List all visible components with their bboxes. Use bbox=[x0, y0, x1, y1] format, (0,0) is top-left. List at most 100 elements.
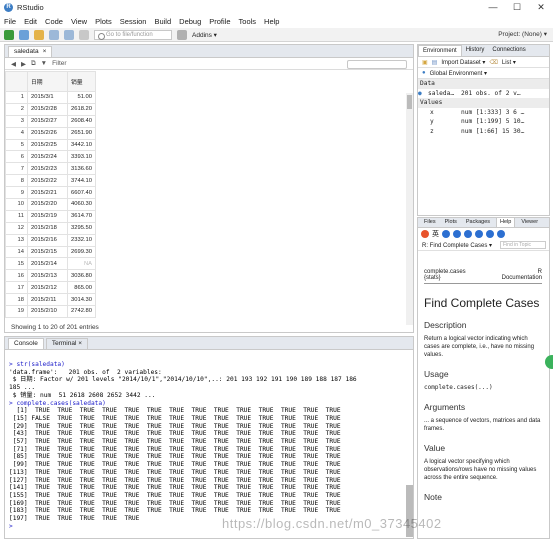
ime-skin-icon[interactable] bbox=[497, 230, 505, 238]
date-cell[interactable]: 2015/2/21 bbox=[27, 186, 68, 200]
date-cell[interactable]: 2015/2/23 bbox=[27, 162, 68, 176]
table-row[interactable]: 12 2015/2/18 3295.50 bbox=[5, 221, 96, 235]
table-row[interactable]: 10 2015/2/20 4060.30 bbox=[5, 198, 96, 211]
sales-cell[interactable]: 51.00 bbox=[67, 91, 96, 104]
date-cell[interactable]: 2015/2/18 bbox=[27, 221, 68, 235]
env-row-z[interactable]: z num [1:66] 15 30… bbox=[418, 127, 549, 137]
sales-cell[interactable]: 865.00 bbox=[67, 281, 96, 295]
menu-debug[interactable]: Debug bbox=[179, 17, 201, 26]
tab-plots[interactable]: Plots bbox=[442, 218, 460, 227]
menu-plots[interactable]: Plots bbox=[95, 17, 112, 26]
table-row[interactable]: 11 2015/2/19 3614.70 bbox=[5, 209, 96, 223]
date-cell[interactable]: 2015/2/15 bbox=[27, 245, 68, 259]
table-row[interactable]: 7 2015/2/23 3136.60 bbox=[5, 162, 96, 176]
sales-cell[interactable]: 6607.40 bbox=[67, 186, 96, 200]
env-row-y[interactable]: y num [1:199] 5 10… bbox=[418, 117, 549, 127]
menu-profile[interactable]: Profile bbox=[209, 17, 230, 26]
tab-connections[interactable]: Connections bbox=[488, 45, 529, 56]
table-row[interactable]: 14 2015/2/15 2699.30 bbox=[5, 245, 96, 259]
sales-cell[interactable]: 3136.60 bbox=[67, 162, 96, 176]
ime-logo-icon[interactable] bbox=[421, 230, 429, 238]
table-row[interactable]: 19 2015/2/10 2742.80 bbox=[5, 305, 96, 318]
minimize-button[interactable]: — bbox=[481, 0, 505, 15]
table-row[interactable]: 6 2015/2/24 3393.10 bbox=[5, 150, 96, 164]
date-cell[interactable]: 2015/2/20 bbox=[27, 198, 68, 211]
table-row[interactable]: 5 2015/2/25 3442.10 bbox=[5, 138, 96, 152]
sales-cell[interactable]: 4060.30 bbox=[67, 198, 96, 211]
popout-icon[interactable]: ⧉ bbox=[31, 60, 36, 68]
filter-icon[interactable]: ▼ bbox=[41, 60, 47, 67]
find-in-topic-input[interactable]: Find in Topic bbox=[500, 241, 546, 249]
sales-cell[interactable]: 3014.30 bbox=[67, 293, 96, 307]
tab-terminal[interactable]: Terminal × bbox=[45, 338, 89, 349]
menu-session[interactable]: Session bbox=[120, 17, 147, 26]
tab-saledata[interactable]: saledata × bbox=[8, 46, 53, 57]
tab-help[interactable]: Help bbox=[496, 217, 516, 227]
sales-cell[interactable]: NA bbox=[67, 257, 96, 271]
tab-environment[interactable]: Environment bbox=[418, 45, 462, 56]
menu-tools[interactable]: Tools bbox=[239, 17, 257, 26]
grid-scrollbar[interactable] bbox=[406, 93, 413, 325]
save-icon[interactable] bbox=[49, 29, 59, 40]
table-row[interactable]: 13 2015/2/16 2332.10 bbox=[5, 233, 96, 247]
goto-file-input[interactable]: Go to file/function bbox=[94, 29, 172, 40]
sales-cell[interactable]: 3295.50 bbox=[67, 221, 96, 235]
table-row[interactable]: 17 2015/2/12 865.00 bbox=[5, 281, 96, 295]
sales-cell[interactable]: 2332.10 bbox=[67, 233, 96, 247]
date-cell[interactable]: 2015/2/26 bbox=[27, 126, 68, 140]
date-cell[interactable]: 2015/2/14 bbox=[27, 257, 68, 271]
menu-edit[interactable]: Edit bbox=[24, 17, 37, 26]
import-dataset-button[interactable]: Import Dataset ▾ bbox=[441, 59, 485, 66]
global-environment-select[interactable]: Global Environment ▾ bbox=[430, 70, 487, 77]
tab-history[interactable]: History bbox=[462, 45, 489, 56]
project-menu[interactable]: Project: (None) ▾ bbox=[498, 30, 547, 38]
menu-build[interactable]: Build bbox=[154, 17, 171, 26]
help-topic-select[interactable]: R: Find Complete Cases ▾ bbox=[422, 242, 492, 249]
new-project-icon[interactable] bbox=[19, 29, 29, 40]
ime-moon-icon[interactable] bbox=[442, 230, 450, 238]
sales-cell[interactable]: 3393.10 bbox=[67, 150, 96, 164]
date-cell[interactable]: 2015/2/25 bbox=[27, 138, 68, 152]
table-row[interactable]: 15 2015/2/14 NA bbox=[5, 257, 96, 271]
date-cell[interactable]: 2015/2/13 bbox=[27, 269, 68, 283]
sales-cell[interactable]: 2651.90 bbox=[67, 126, 96, 140]
ime-tools-icon[interactable] bbox=[486, 230, 494, 238]
table-row[interactable]: 18 2015/2/11 3014.30 bbox=[5, 293, 96, 307]
date-cell[interactable]: 2015/3/1 bbox=[27, 91, 68, 104]
sales-cell[interactable]: 3744.10 bbox=[67, 174, 96, 188]
column-header-sales[interactable]: 销量 bbox=[67, 71, 96, 92]
sales-cell[interactable]: 3036.80 bbox=[67, 269, 96, 283]
date-cell[interactable]: 2015/2/24 bbox=[27, 150, 68, 164]
table-row[interactable]: 8 2015/2/22 3744.10 bbox=[5, 174, 96, 188]
open-file-icon[interactable] bbox=[34, 29, 44, 40]
forward-arrow-icon[interactable]: ▶ bbox=[21, 60, 26, 68]
search-input[interactable] bbox=[347, 60, 407, 69]
tab-viewer[interactable]: Viewer bbox=[518, 218, 541, 227]
date-cell[interactable]: 2015/2/22 bbox=[27, 174, 68, 188]
tab-console[interactable]: Console bbox=[8, 338, 44, 349]
sales-cell[interactable]: 2699.30 bbox=[67, 245, 96, 259]
ime-keyboard-icon[interactable] bbox=[475, 230, 483, 238]
sales-cell[interactable]: 3614.70 bbox=[67, 209, 96, 223]
load-workspace-icon[interactable]: ▣ bbox=[422, 59, 428, 66]
save-all-icon[interactable] bbox=[64, 29, 74, 40]
floating-assistant-icon[interactable] bbox=[545, 355, 553, 369]
env-row-x[interactable]: x num [1:333] 3 6 … bbox=[418, 108, 549, 118]
date-cell[interactable]: 2015/2/19 bbox=[27, 209, 68, 223]
addins-menu[interactable]: Addins ▾ bbox=[192, 31, 217, 39]
menu-code[interactable]: Code bbox=[45, 17, 63, 26]
date-cell[interactable]: 2015/2/11 bbox=[27, 293, 68, 307]
menu-file[interactable]: File bbox=[4, 17, 16, 26]
sales-cell[interactable]: 3442.10 bbox=[67, 138, 96, 152]
ime-language-toggle[interactable]: 英 bbox=[432, 229, 439, 239]
ime-mic-icon[interactable] bbox=[464, 230, 472, 238]
sales-cell[interactable]: 2618.20 bbox=[67, 102, 96, 116]
menu-help[interactable]: Help bbox=[264, 17, 279, 26]
date-cell[interactable]: 2015/2/27 bbox=[27, 114, 68, 128]
scroll-thumb[interactable] bbox=[407, 95, 412, 109]
filter-button[interactable]: Filter bbox=[52, 60, 66, 67]
close-button[interactable]: ✕ bbox=[529, 0, 553, 15]
sales-cell[interactable]: 2608.40 bbox=[67, 114, 96, 128]
column-header-date[interactable]: 日期 bbox=[27, 71, 68, 92]
new-file-icon[interactable] bbox=[4, 29, 14, 40]
